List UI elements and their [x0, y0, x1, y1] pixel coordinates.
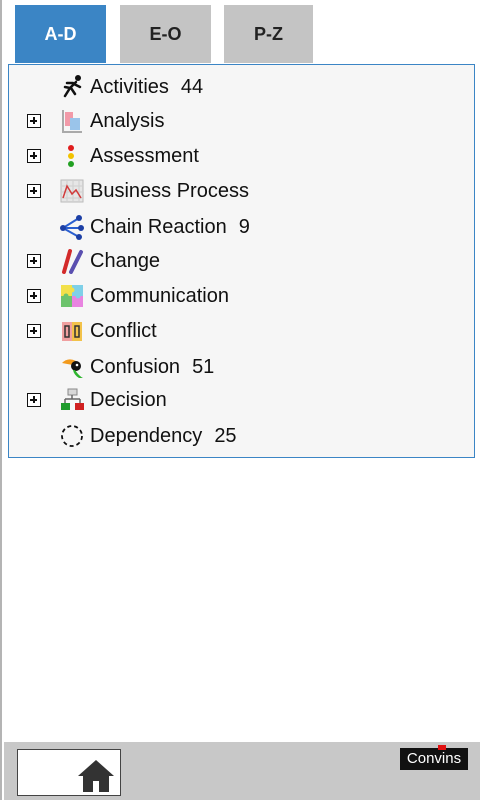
item-label: Change	[90, 249, 161, 272]
analysis-chart-icon	[59, 108, 85, 134]
expand-toggle-communication[interactable]	[27, 289, 41, 303]
list-item-analysis[interactable]: Analysis	[9, 106, 474, 136]
tab-e-o[interactable]: E-O	[120, 5, 211, 63]
org-tree-icon	[59, 387, 85, 413]
process-graph-icon	[59, 178, 85, 204]
expand-toggle-change[interactable]	[27, 254, 41, 268]
expand-toggle-assessment[interactable]	[27, 149, 41, 163]
list-item-confusion[interactable]: Confusion 51	[9, 352, 474, 382]
list-item-communication[interactable]: Communication	[9, 281, 474, 311]
conflict-icon	[59, 318, 85, 344]
item-label: Confusion	[90, 355, 181, 378]
list-item-dependency[interactable]: Dependency 25	[9, 421, 474, 451]
item-label: Communication	[90, 284, 229, 307]
home-button[interactable]	[17, 749, 121, 796]
toucan-icon	[59, 354, 85, 380]
item-count: 51	[192, 355, 215, 378]
home-icon	[78, 760, 114, 792]
list-item-chain-reaction[interactable]: Chain Reaction 9	[9, 212, 474, 242]
expand-toggle-decision[interactable]	[27, 393, 41, 407]
list-item-change[interactable]: Change	[9, 246, 474, 276]
list-item-decision[interactable]: Decision	[9, 385, 474, 415]
network-icon	[59, 214, 85, 240]
list-item-assessment[interactable]: Assessment	[9, 141, 474, 171]
item-label: Decision	[90, 388, 167, 411]
item-label: Business Process	[90, 179, 249, 202]
item-count: 25	[214, 424, 237, 447]
item-label: Activities	[90, 75, 169, 98]
item-label: Assessment	[90, 144, 199, 167]
item-label: Analysis	[90, 109, 165, 132]
expand-toggle-business-process[interactable]	[27, 184, 41, 198]
left-edge-rule	[0, 0, 2, 800]
category-list-panel: Activities 44 Analysis Assessment Busines…	[8, 64, 475, 458]
traffic-light-icon	[59, 143, 85, 169]
brand-logo: Convins	[400, 745, 468, 770]
markers-icon	[59, 248, 85, 274]
item-count: 44	[180, 75, 204, 98]
expand-toggle-analysis[interactable]	[27, 114, 41, 128]
runner-icon	[59, 74, 85, 100]
tab-a-d[interactable]: A-D	[15, 5, 106, 63]
list-item-business-process[interactable]: Business Process	[9, 176, 474, 206]
item-count: 9	[238, 215, 250, 238]
puzzle-icon	[59, 283, 85, 309]
item-label: Chain Reaction	[90, 215, 227, 238]
expand-toggle-conflict[interactable]	[27, 324, 41, 338]
bottom-toolbar: Convins	[4, 742, 480, 800]
list-item-activities[interactable]: Activities 44	[9, 72, 474, 102]
item-label: Conflict	[90, 319, 157, 342]
dashed-circle-icon	[59, 423, 85, 449]
list-item-conflict[interactable]: Conflict	[9, 316, 474, 346]
item-label: Dependency	[90, 424, 203, 447]
tab-p-z[interactable]: P-Z	[224, 5, 313, 63]
